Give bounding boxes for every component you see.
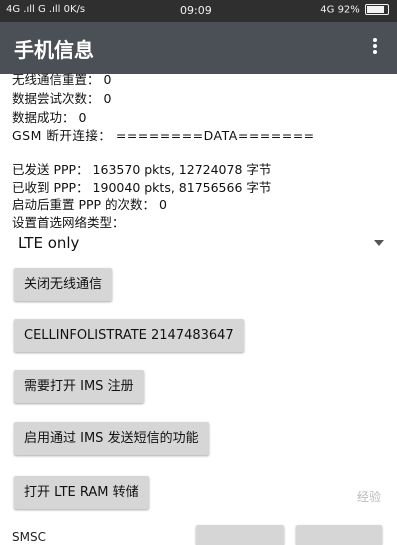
- page-title: 手机信息: [14, 38, 94, 62]
- info-line-gsm-disconnect: GSM 断开连接： ========DATA=======: [12, 128, 315, 143]
- network-type-value: LTE only: [18, 234, 80, 252]
- info-line-ppp-resets: 启动后重置 PPP 的次数： 0: [12, 197, 167, 212]
- cellinfo-list-rate-button[interactable]: CELLINFOLISTRATE 2147483647: [14, 319, 244, 352]
- clock: 09:09: [180, 4, 212, 17]
- battery-label: 4G 92%: [320, 4, 360, 16]
- battery-status: 4G 92%: [320, 4, 389, 16]
- sms-over-ims-button[interactable]: 启用通过 IMS 发送短信的功能: [14, 422, 209, 455]
- lte-ram-dump-button[interactable]: 打开 LTE RAM 转储: [14, 476, 149, 509]
- smsc-update-button[interactable]: [296, 525, 382, 545]
- watermark: 经验: [356, 490, 381, 504]
- info-line-ppp-sent: 已发送 PPP： 163570 pkts, 12724078 字节: [12, 162, 272, 177]
- info-line-data-success: 数据成功： 0: [12, 110, 87, 125]
- info-line-radio-reset: 无线通信重置： 0: [12, 72, 112, 87]
- dropdown-arrow-icon: [374, 240, 384, 246]
- app-bar: 手机信息: [0, 22, 397, 74]
- ims-registration-button[interactable]: 需要打开 IMS 注册: [14, 370, 144, 403]
- network-type-spinner[interactable]: LTE only: [12, 232, 384, 254]
- info-line-network-type-label: 设置首选网络类型：: [12, 215, 125, 230]
- info-line-ppp-received: 已收到 PPP： 190040 pkts, 81756566 字节: [12, 180, 272, 195]
- turn-off-radio-button[interactable]: 关闭无线通信: [14, 268, 113, 301]
- info-line-data-attempts: 数据尝试次数： 0: [12, 91, 112, 106]
- status-bar: 4G .ıll G .ıll 0K/s 09:09 4G 92%: [0, 0, 397, 22]
- signal-indicators: 4G .ıll G .ıll 0K/s: [6, 4, 86, 15]
- overflow-menu-icon[interactable]: [371, 36, 379, 60]
- smsc-refresh-button[interactable]: [196, 525, 284, 545]
- battery-icon: [365, 4, 389, 15]
- smsc-label: SMSC: [12, 530, 46, 544]
